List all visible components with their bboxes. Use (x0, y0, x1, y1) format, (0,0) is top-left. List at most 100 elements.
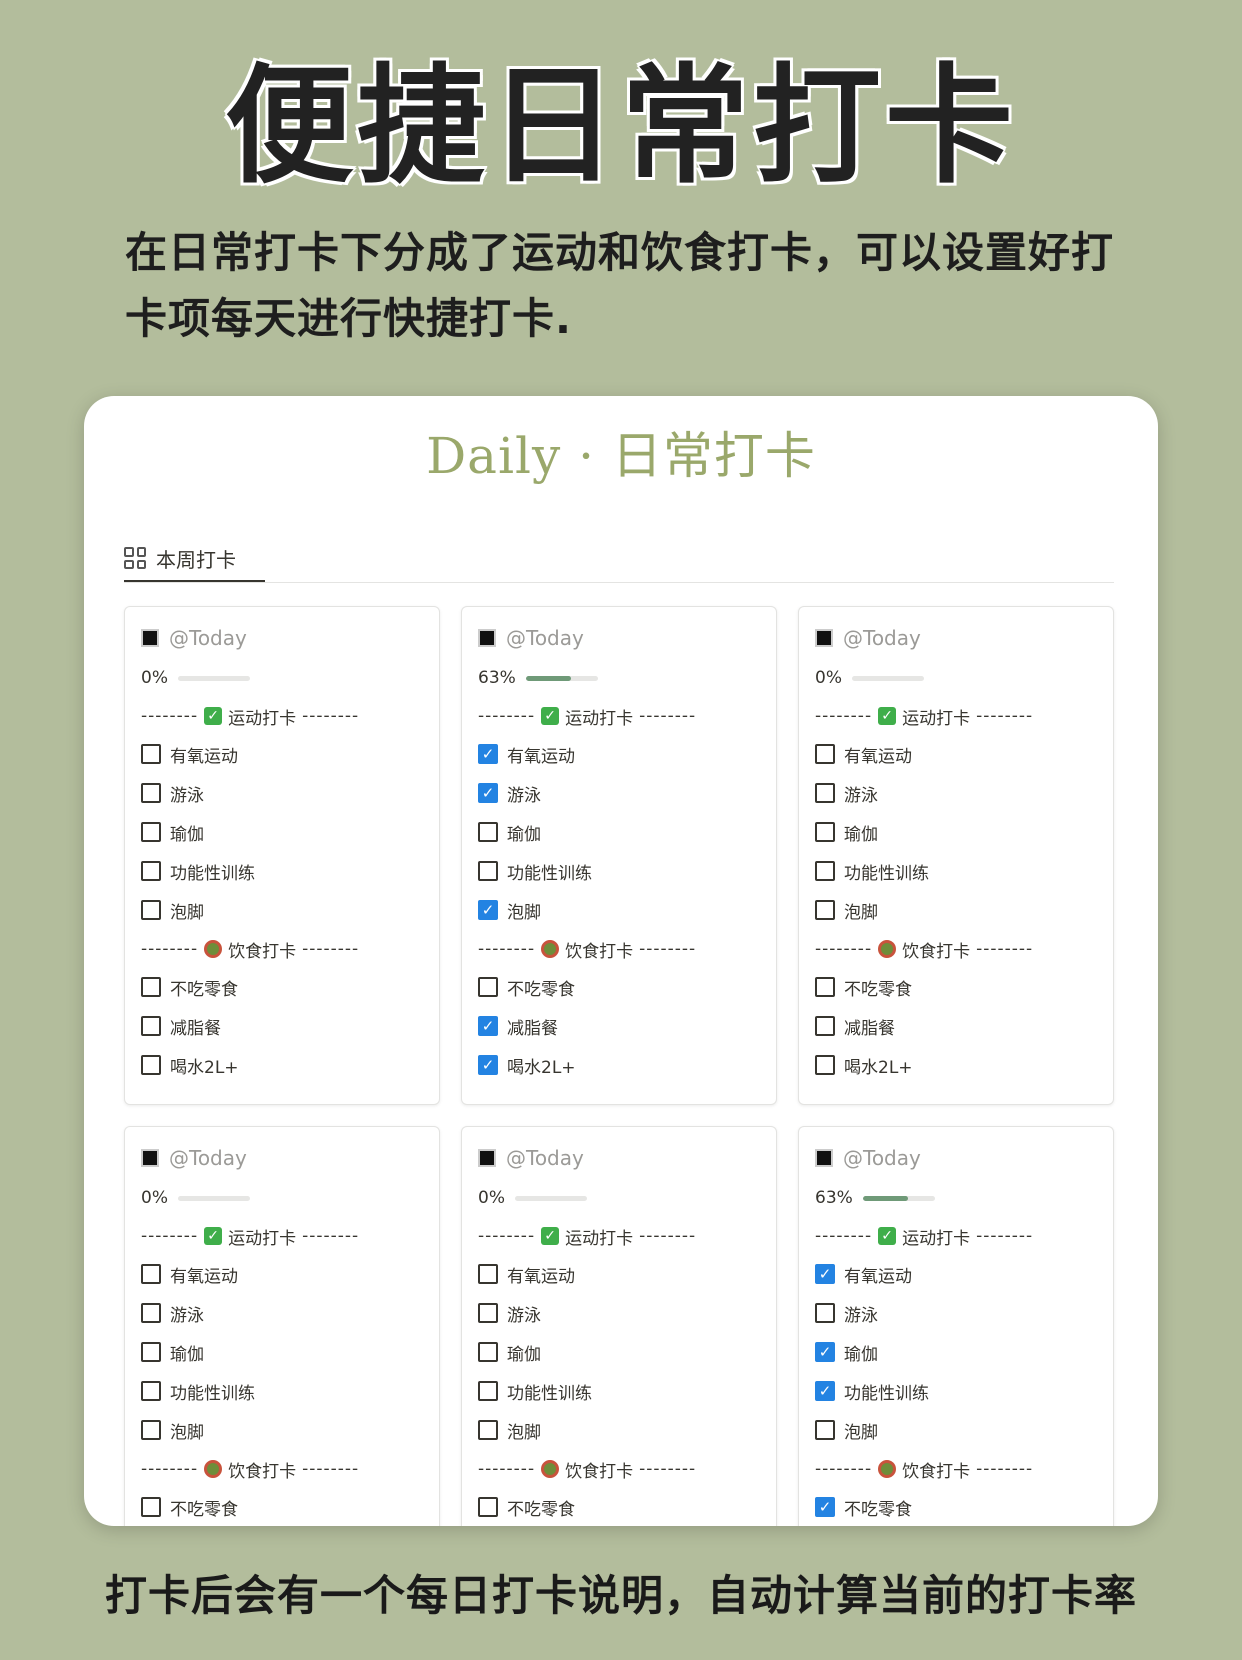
checklist-item[interactable]: ✓ 功能性训练 (815, 1378, 1097, 1404)
checkbox[interactable] (815, 783, 835, 803)
exercise-section-divider: -------- ✓ 运动打卡 -------- (141, 1224, 423, 1249)
checkbox[interactable]: ✓ (478, 744, 498, 764)
checklist-item[interactable]: ✓ 泡脚 (478, 897, 760, 923)
checkin-card[interactable]: @Today 0% -------- ✓ 运动打卡 -------- 有氧运动 游泳 瑜伽 功能性… (124, 1126, 440, 1526)
checkin-card[interactable]: @Today 0% -------- ✓ 运动打卡 -------- 有氧运动 游泳 瑜伽 功能性… (124, 606, 440, 1105)
checklist-item[interactable]: 减脂餐 (815, 1013, 1097, 1039)
checkin-card[interactable]: @Today 0% -------- ✓ 运动打卡 -------- 有氧运动 游泳 瑜伽 功能性… (798, 606, 1114, 1105)
checklist-item[interactable]: ✓ 喝水2L+ (478, 1052, 760, 1078)
checkbox[interactable] (141, 1497, 161, 1517)
checklist-item[interactable]: 不吃零食 (478, 974, 760, 1000)
checklist-item[interactable]: ✓ 瑜伽 (815, 1339, 1097, 1365)
checkbox[interactable] (141, 1016, 161, 1036)
checkbox[interactable] (141, 1342, 161, 1362)
checkbox[interactable]: ✓ (815, 1264, 835, 1284)
checkbox[interactable] (815, 900, 835, 920)
checklist-item[interactable]: 泡脚 (815, 1417, 1097, 1443)
checkbox[interactable] (141, 977, 161, 997)
checklist-item[interactable]: 减脂餐 (141, 1013, 423, 1039)
progress-bar (851, 675, 924, 681)
checklist-item[interactable]: 不吃零食 (815, 974, 1097, 1000)
checklist-item-label: 不吃零食 (170, 1499, 238, 1520)
checkbox[interactable] (141, 822, 161, 842)
checklist-item-label: 不吃零食 (844, 1499, 912, 1520)
checkbox[interactable] (815, 1016, 835, 1036)
checklist-item[interactable]: ✓ 有氧运动 (478, 741, 760, 767)
checklist-item[interactable]: ✓ 有氧运动 (815, 1261, 1097, 1287)
checklist-item[interactable]: 有氧运动 (141, 741, 423, 767)
checkbox[interactable] (478, 1420, 498, 1440)
checkbox[interactable]: ✓ (478, 900, 498, 920)
checkbox[interactable]: ✓ (478, 783, 498, 803)
checkbox[interactable] (141, 1381, 161, 1401)
checkbox[interactable]: ✓ (815, 1342, 835, 1362)
checkbox[interactable]: ✓ (478, 1016, 498, 1036)
checklist-item[interactable]: 有氧运动 (815, 741, 1097, 767)
exercise-section-label: 运动打卡 (228, 1228, 297, 1249)
checklist-item[interactable]: ✓ 减脂餐 (478, 1013, 760, 1039)
checkbox[interactable] (478, 1303, 498, 1323)
checklist-item[interactable]: 不吃零食 (478, 1494, 760, 1520)
checkbox[interactable] (478, 861, 498, 881)
checklist-item[interactable]: ✓ 不吃零食 (815, 1494, 1097, 1520)
checklist-item[interactable]: 游泳 (815, 780, 1097, 806)
checkbox[interactable] (815, 1303, 835, 1323)
checklist-item[interactable]: 喝水2L+ (815, 1052, 1097, 1078)
checkbox[interactable] (141, 1264, 161, 1284)
checkbox[interactable]: ✓ (478, 1055, 498, 1075)
checkbox[interactable] (478, 1497, 498, 1517)
checklist-item[interactable]: 功能性训练 (141, 1378, 423, 1404)
checklist-item[interactable]: 功能性训练 (478, 858, 760, 884)
checklist-item[interactable]: 功能性训练 (815, 858, 1097, 884)
checkin-card[interactable]: @Today 63% -------- ✓ 运动打卡 -------- ✓ 有氧运动 游泳 ✓ 瑜伽… (798, 1126, 1114, 1526)
checklist-item[interactable]: 功能性训练 (478, 1378, 760, 1404)
checklist-item[interactable]: 泡脚 (141, 1417, 423, 1443)
checklist-item[interactable]: 瑜伽 (478, 819, 760, 845)
checkbox[interactable] (141, 900, 161, 920)
checkbox[interactable] (815, 744, 835, 764)
checkbox[interactable] (141, 1420, 161, 1440)
checklist-item[interactable]: 功能性训练 (141, 858, 423, 884)
checklist-item[interactable]: 游泳 (141, 1300, 423, 1326)
checkbox[interactable] (815, 1055, 835, 1075)
checklist-item[interactable]: 瑜伽 (815, 819, 1097, 845)
checkbox[interactable] (478, 1381, 498, 1401)
checklist-item[interactable]: 泡脚 (478, 1417, 760, 1443)
checklist-item[interactable]: 瑜伽 (141, 819, 423, 845)
checklist-item[interactable]: 瑜伽 (478, 1339, 760, 1365)
checkbox[interactable] (141, 744, 161, 764)
checklist-item[interactable]: 泡脚 (815, 897, 1097, 923)
checklist-item[interactable]: 瑜伽 (141, 1339, 423, 1365)
checkbox[interactable] (478, 822, 498, 842)
checkbox[interactable]: ✓ (815, 1381, 835, 1401)
checklist-item[interactable]: 喝水2L+ (141, 1052, 423, 1078)
checklist-item[interactable]: 游泳 (815, 1300, 1097, 1326)
checklist-item[interactable]: 泡脚 (141, 897, 423, 923)
checkin-card[interactable]: @Today 63% -------- ✓ 运动打卡 -------- ✓ 有氧运动 ✓ 游泳 瑜伽… (461, 606, 777, 1105)
checkbox[interactable] (815, 822, 835, 842)
checkbox[interactable] (141, 1055, 161, 1075)
checklist-item[interactable]: 有氧运动 (141, 1261, 423, 1287)
checkbox[interactable] (478, 1342, 498, 1362)
view-tab-this-week[interactable]: 本周打卡 (124, 538, 236, 578)
checklist-item[interactable]: 游泳 (478, 1300, 760, 1326)
checkbox[interactable]: ✓ (815, 1497, 835, 1517)
salad-icon (204, 940, 223, 958)
progress-row: 0% (478, 1186, 760, 1210)
checklist-item[interactable]: 不吃零食 (141, 1494, 423, 1520)
checkbox[interactable] (815, 1420, 835, 1440)
checkbox[interactable] (141, 1303, 161, 1323)
checkbox[interactable] (815, 861, 835, 881)
checkbox[interactable] (141, 861, 161, 881)
progress-row: 0% (141, 1186, 423, 1210)
check-mark-icon: ✓ (204, 707, 223, 725)
checklist-item[interactable]: 游泳 (141, 780, 423, 806)
checkbox[interactable] (815, 977, 835, 997)
checkbox[interactable] (141, 783, 161, 803)
checkin-card[interactable]: @Today 0% -------- ✓ 运动打卡 -------- 有氧运动 游泳 瑜伽 功能性… (461, 1126, 777, 1526)
checkbox[interactable] (478, 1264, 498, 1284)
checklist-item[interactable]: 有氧运动 (478, 1261, 760, 1287)
checklist-item[interactable]: ✓ 游泳 (478, 780, 760, 806)
checklist-item[interactable]: 不吃零食 (141, 974, 423, 1000)
checkbox[interactable] (478, 977, 498, 997)
